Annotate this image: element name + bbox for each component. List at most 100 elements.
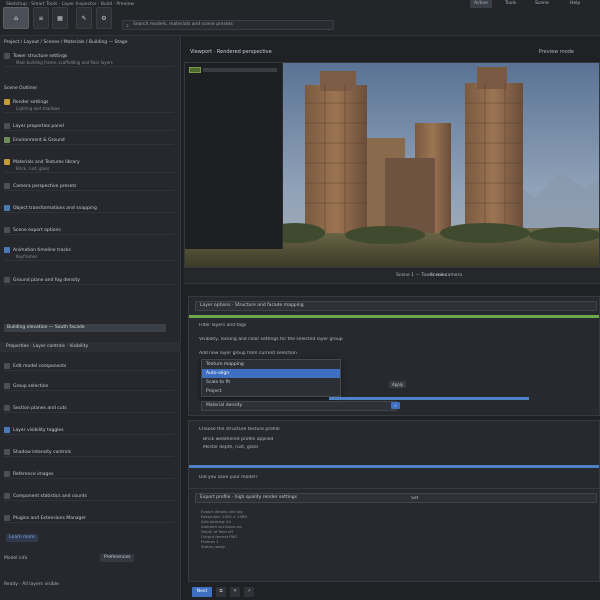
preview-mode-label: Preview mode	[538, 49, 574, 55]
sidebar-item-label: Reference images	[13, 471, 54, 477]
profile-line: Mortar depth, rust, glass	[203, 445, 259, 450]
scene-camera-label[interactable]: Scene camera	[430, 273, 462, 278]
sidebar-item-label: Tower structure settings	[13, 53, 68, 59]
menu-scene[interactable]: Scene	[535, 0, 549, 8]
sidebar-item-label: Group selection	[13, 383, 49, 389]
sidebar-item-label: Component statistics and counts	[13, 493, 87, 499]
image-icon	[4, 471, 10, 477]
sidebar-item-label: Plugins and Extensions Manager	[13, 515, 87, 521]
sidebar-item[interactable]: Group selection	[4, 382, 174, 391]
dropdown-option[interactable]: Scale to fit	[202, 378, 340, 387]
search-text: Search models, materials and scene prese…	[133, 22, 233, 27]
gear-icon[interactable]: ⚙	[96, 7, 112, 29]
layer-thumbnail-panel[interactable]	[185, 63, 283, 249]
progress-bar-blue	[189, 465, 599, 468]
export-details: Export details and log Resolution 1920 ×…	[201, 509, 421, 549]
export-icon	[4, 227, 10, 233]
sidebar-item-label: Render settings	[13, 99, 49, 105]
sidebar-item-label: Scene export options	[13, 227, 61, 233]
copy-icon[interactable]: ⧉	[216, 587, 226, 597]
sidebar-item[interactable]: Edit model components	[4, 362, 174, 371]
sidebar-item[interactable]: Shadow intensity controls	[4, 448, 174, 457]
layers-icon	[4, 123, 10, 129]
sidebar-item-label: Shadow intensity controls	[13, 449, 72, 455]
menu-tools[interactable]: Tools	[505, 0, 516, 8]
sidebar-selected-item[interactable]: Building elevation — South facade	[4, 324, 166, 332]
progress-bar-green	[189, 315, 599, 318]
sidebar-item[interactable]: Section planes and cuts	[4, 404, 174, 413]
home-icon[interactable]: ⌂	[3, 7, 29, 29]
edit-icon	[4, 363, 10, 369]
main-area: Viewport · Rendered perspective Preview …	[182, 36, 600, 600]
viewport-render[interactable]	[184, 62, 600, 268]
camera-icon	[4, 183, 10, 189]
confirm-chip[interactable]: ✓	[391, 402, 401, 409]
share-icon[interactable]: ↗	[244, 587, 254, 597]
set-label[interactable]: Set	[411, 496, 418, 501]
layer-filter-input[interactable]: Layer options · Structure and facade map…	[195, 301, 597, 311]
palette-icon	[4, 159, 10, 165]
learn-more-link[interactable]: Learn more	[6, 534, 38, 542]
sidebar-item[interactable]: Environment & Ground	[4, 136, 174, 145]
sidebar-item[interactable]: Camera perspective presets	[4, 182, 174, 191]
preferences-button[interactable]: Preferences	[100, 554, 135, 562]
sidebar-item-label: Animation timeline tracks	[13, 247, 71, 253]
sidebar-item[interactable]: Plugins and Extensions Manager	[4, 514, 174, 523]
sidebar-item[interactable]: Ground plane and fog density	[4, 276, 174, 285]
sidebar-item[interactable]: Materials and Textures library Brick, ru…	[4, 158, 174, 173]
sidebar-item-label: Object transformations and snapping	[13, 205, 97, 211]
pencil-icon[interactable]: ✎	[76, 7, 92, 29]
panel-description: Visibility, locking and color settings f…	[199, 337, 343, 342]
sidebar-item-sub: Keyframes	[16, 254, 38, 259]
layer-thumbnail-label	[203, 68, 277, 72]
dropdown-option[interactable]: Project	[202, 387, 340, 396]
shadow-icon	[4, 449, 10, 455]
sidebar-item[interactable]: Reference images	[4, 470, 174, 479]
plugin-icon	[4, 515, 10, 521]
sidebar-item-sub: Lighting and shadows	[16, 106, 60, 111]
move-icon	[4, 205, 10, 211]
viewport-title: Viewport · Rendered perspective	[190, 49, 272, 55]
sidebar-item[interactable]: Tower structure settings Main building f…	[4, 52, 174, 67]
sidebar-item[interactable]: Layer visibility toggles	[4, 426, 174, 435]
dropdown-option[interactable]: Texture mapping	[202, 360, 340, 369]
material-density-field[interactable]: Material density	[201, 401, 397, 411]
layer-options-panel: Layer options · Structure and facade map…	[188, 296, 600, 416]
panel-header: Export profile · high quality render set…	[200, 495, 297, 500]
export-profile-panel: Export profile · high quality render set…	[188, 488, 600, 582]
top-toolbar: Sketchup · Smart Tools · Layer Inspector…	[0, 0, 600, 36]
sidebar-item-label: Layer visibility toggles	[13, 427, 64, 433]
cloud-icon	[4, 277, 10, 283]
sidebar-item[interactable]: Object transformations and snapping	[4, 204, 174, 213]
layer-thumbnail[interactable]	[189, 67, 201, 73]
menu-active[interactable]: Active	[470, 0, 492, 8]
sidebar-item[interactable]: Scene export options	[4, 226, 174, 235]
search-input[interactable]: ⌕ Search models, materials and scene pre…	[122, 20, 334, 30]
sidebar-item-label: Materials and Textures library	[13, 159, 80, 165]
film-icon	[4, 247, 10, 253]
sidebar-item[interactable]: Animation timeline tracks Keyframes	[4, 246, 174, 261]
apply-button[interactable]: Apply	[389, 381, 407, 388]
scene-caption-bar: Scene 1 — Tower ruins Scene camera	[184, 268, 600, 284]
next-button[interactable]: Next	[192, 587, 212, 597]
trash-icon[interactable]: ✕	[230, 587, 240, 597]
eye-icon	[4, 427, 10, 433]
grid-icon[interactable]: ▦	[52, 7, 68, 29]
sidebar-item-label: Camera perspective presets	[13, 183, 77, 189]
model-info-label: Model info	[4, 556, 28, 561]
texture-dropdown[interactable]: Texture mapping Auto-align Scale to fit …	[201, 359, 341, 397]
menu-help[interactable]: Help	[570, 0, 580, 8]
sidebar-item-sub: Brick, rust, glass	[16, 166, 50, 171]
dropdown-option-selected[interactable]: Auto-align	[202, 369, 340, 378]
list-icon[interactable]: ≡	[33, 7, 49, 29]
panel-header: Layer options · Structure and facade map…	[200, 303, 304, 308]
material-density-label: Material density	[206, 403, 243, 408]
sidebar-item-sub: Main building frame, scaffolding and flo…	[16, 60, 113, 65]
sidebar-item[interactable]: Component statistics and counts	[4, 492, 174, 501]
globe-icon	[4, 137, 10, 143]
sidebar: Project / Layout / Scenes / Materials / …	[0, 36, 181, 600]
export-profile-field[interactable]: Export profile · high quality render set…	[195, 493, 597, 503]
sidebar-item[interactable]: Render settings Lighting and shadows	[4, 98, 174, 113]
sidebar-item[interactable]: Layer properties panel	[4, 122, 174, 131]
save-question: Did you save your model?	[199, 475, 258, 480]
